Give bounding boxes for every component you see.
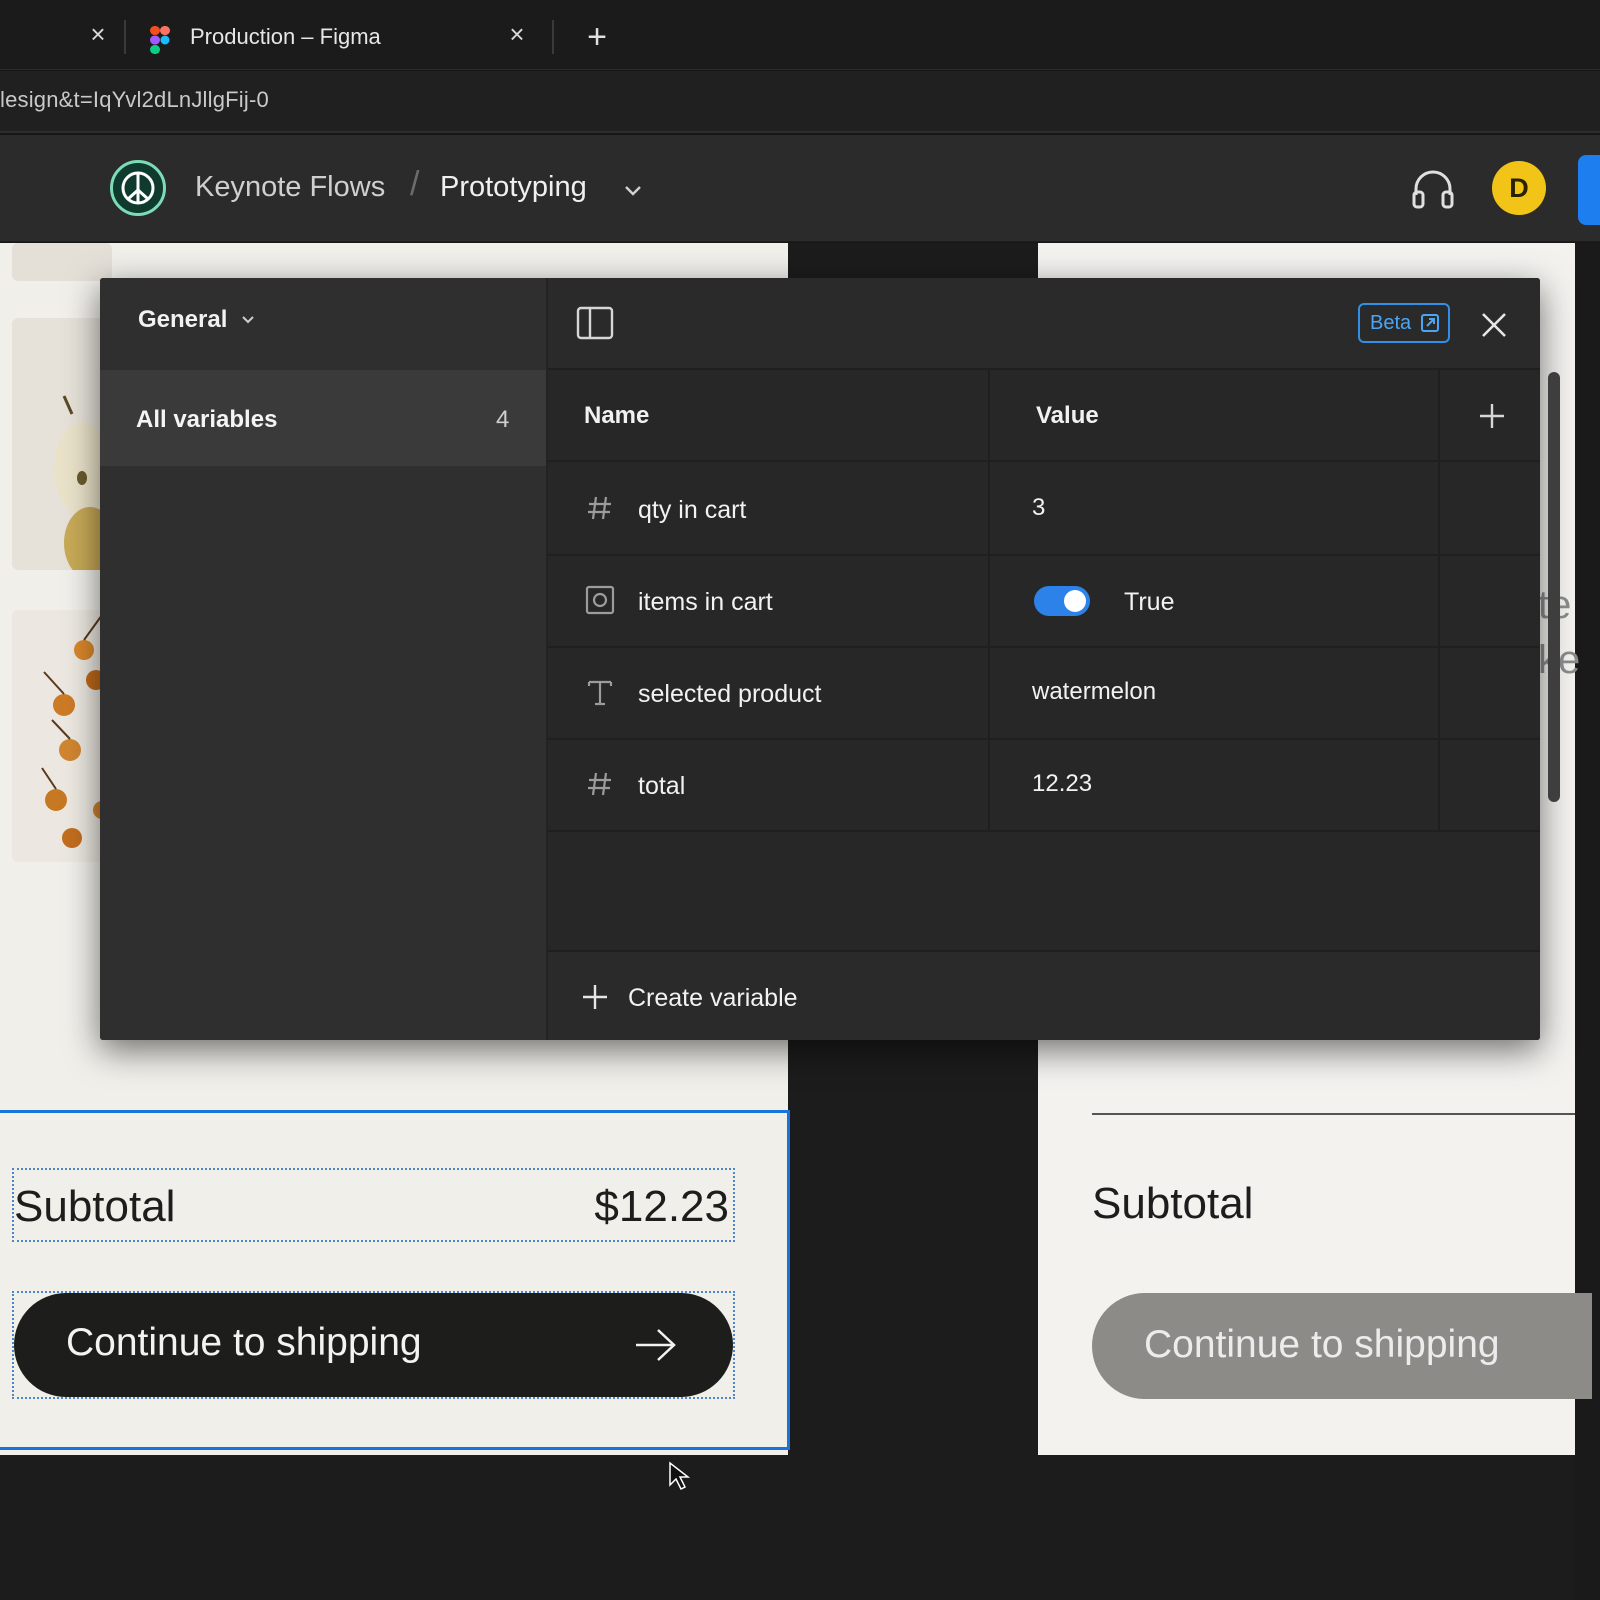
variable-name[interactable]: total [638, 772, 685, 801]
cta-label: Continue to shipping [66, 1321, 422, 1364]
boolean-toggle[interactable] [1034, 586, 1090, 616]
subtotal-label: Subtotal [1092, 1179, 1254, 1228]
breadcrumb-file-name[interactable]: Prototyping [440, 171, 587, 204]
share-button[interactable] [1578, 155, 1600, 225]
breadcrumb-separator: / [410, 165, 420, 203]
close-icon[interactable] [1477, 308, 1511, 342]
collection-dropdown[interactable]: General [138, 306, 227, 334]
column-header-name[interactable]: Name [584, 402, 649, 430]
product-image-cherries [12, 610, 112, 862]
close-previous-tab-icon[interactable]: × [86, 21, 110, 47]
variable-name[interactable]: selected product [638, 680, 821, 709]
subtotal-value: $12.23 [594, 1182, 729, 1231]
group-count: 4 [496, 406, 510, 433]
add-mode-plus-icon[interactable] [1476, 400, 1508, 432]
boolean-icon [585, 585, 615, 615]
subtotal-row[interactable]: Subtotal $12.23 [12, 1168, 735, 1242]
headphones-icon[interactable] [1410, 165, 1456, 211]
collections-sidebar: General All variables 4 [100, 278, 548, 1040]
pear-illustration [54, 395, 112, 570]
plus-icon[interactable] [580, 982, 610, 1012]
tab-title[interactable]: Production – Figma [190, 24, 381, 50]
variable-name[interactable]: qty in cart [638, 496, 746, 525]
sidebar-toggle-icon[interactable] [576, 306, 614, 340]
new-tab-button[interactable]: + [580, 20, 614, 54]
close-tab-icon[interactable]: × [505, 21, 529, 47]
variable-value[interactable]: 3 [1032, 494, 1045, 522]
tab-separator [124, 20, 126, 54]
variable-value[interactable]: True [1124, 588, 1174, 617]
local-variables-modal: General All variables 4 Beta Name Value … [100, 278, 1540, 1040]
team-logo-icon[interactable] [110, 160, 166, 216]
table-header: Name Value [548, 370, 1540, 462]
continue-to-shipping-button-disabled[interactable]: Continue to shipping [1092, 1293, 1592, 1399]
continue-to-shipping-button[interactable]: Continue to shipping [14, 1293, 733, 1397]
figma-toolbar: Keynote Flows / Prototyping D [0, 135, 1600, 242]
modal-header: Beta [548, 278, 1540, 370]
table-row[interactable]: qty in cart 3 [548, 464, 1540, 556]
variables-table-panel: Beta Name Value qty in cart 3 items in c… [548, 278, 1540, 1040]
hash-icon [588, 772, 611, 796]
divider [1092, 1113, 1575, 1115]
breadcrumb-project[interactable]: Keynote Flows [195, 171, 385, 204]
chevron-down-icon[interactable] [622, 179, 644, 201]
peace-icon [121, 171, 155, 205]
product-image-pear [12, 318, 112, 570]
beta-badge[interactable]: Beta [1358, 303, 1450, 343]
url-text[interactable]: lesign&t=IqYvl2dLnJllgFij-0 [0, 87, 269, 113]
subtotal-label: Subtotal [14, 1182, 176, 1231]
address-bar[interactable]: lesign&t=IqYvl2dLnJllgFij-0 [0, 71, 1600, 133]
group-label: All variables [136, 406, 278, 433]
continue-to-shipping-frame[interactable]: Continue to shipping [12, 1291, 735, 1399]
selection-outline [0, 1110, 790, 1450]
figma-logo-icon [150, 26, 170, 54]
chevron-down-icon[interactable] [240, 312, 256, 328]
scrollbar[interactable] [1548, 372, 1560, 802]
group-all-variables[interactable]: All variables 4 [100, 370, 546, 466]
user-avatar[interactable]: D [1492, 161, 1546, 215]
table-row[interactable]: total 12.23 [548, 740, 1540, 832]
table-row[interactable]: items in cart True [548, 556, 1540, 648]
beta-label: Beta [1370, 312, 1412, 334]
variable-name[interactable]: items in cart [638, 588, 773, 617]
external-link-icon [1421, 314, 1439, 332]
cherries-illustration [41, 614, 111, 848]
mouse-cursor-icon [669, 1461, 691, 1491]
arrow-right-icon [636, 1329, 676, 1361]
modal-footer: Create variable [548, 950, 1540, 1040]
hash-icon [588, 496, 611, 520]
variable-value[interactable]: watermelon [1032, 678, 1156, 706]
text-type-icon [587, 680, 613, 706]
tab-separator [552, 20, 554, 54]
product-image [12, 243, 112, 281]
table-row[interactable]: selected product watermelon [548, 648, 1540, 740]
toggle-knob [1064, 590, 1086, 612]
cta-label: Continue to shipping [1144, 1323, 1500, 1366]
variable-value[interactable]: 12.23 [1032, 770, 1092, 798]
browser-tab-bar: × Production – Figma × + [0, 0, 1600, 70]
create-variable-button[interactable]: Create variable [628, 984, 798, 1013]
column-header-value[interactable]: Value [1036, 402, 1099, 430]
